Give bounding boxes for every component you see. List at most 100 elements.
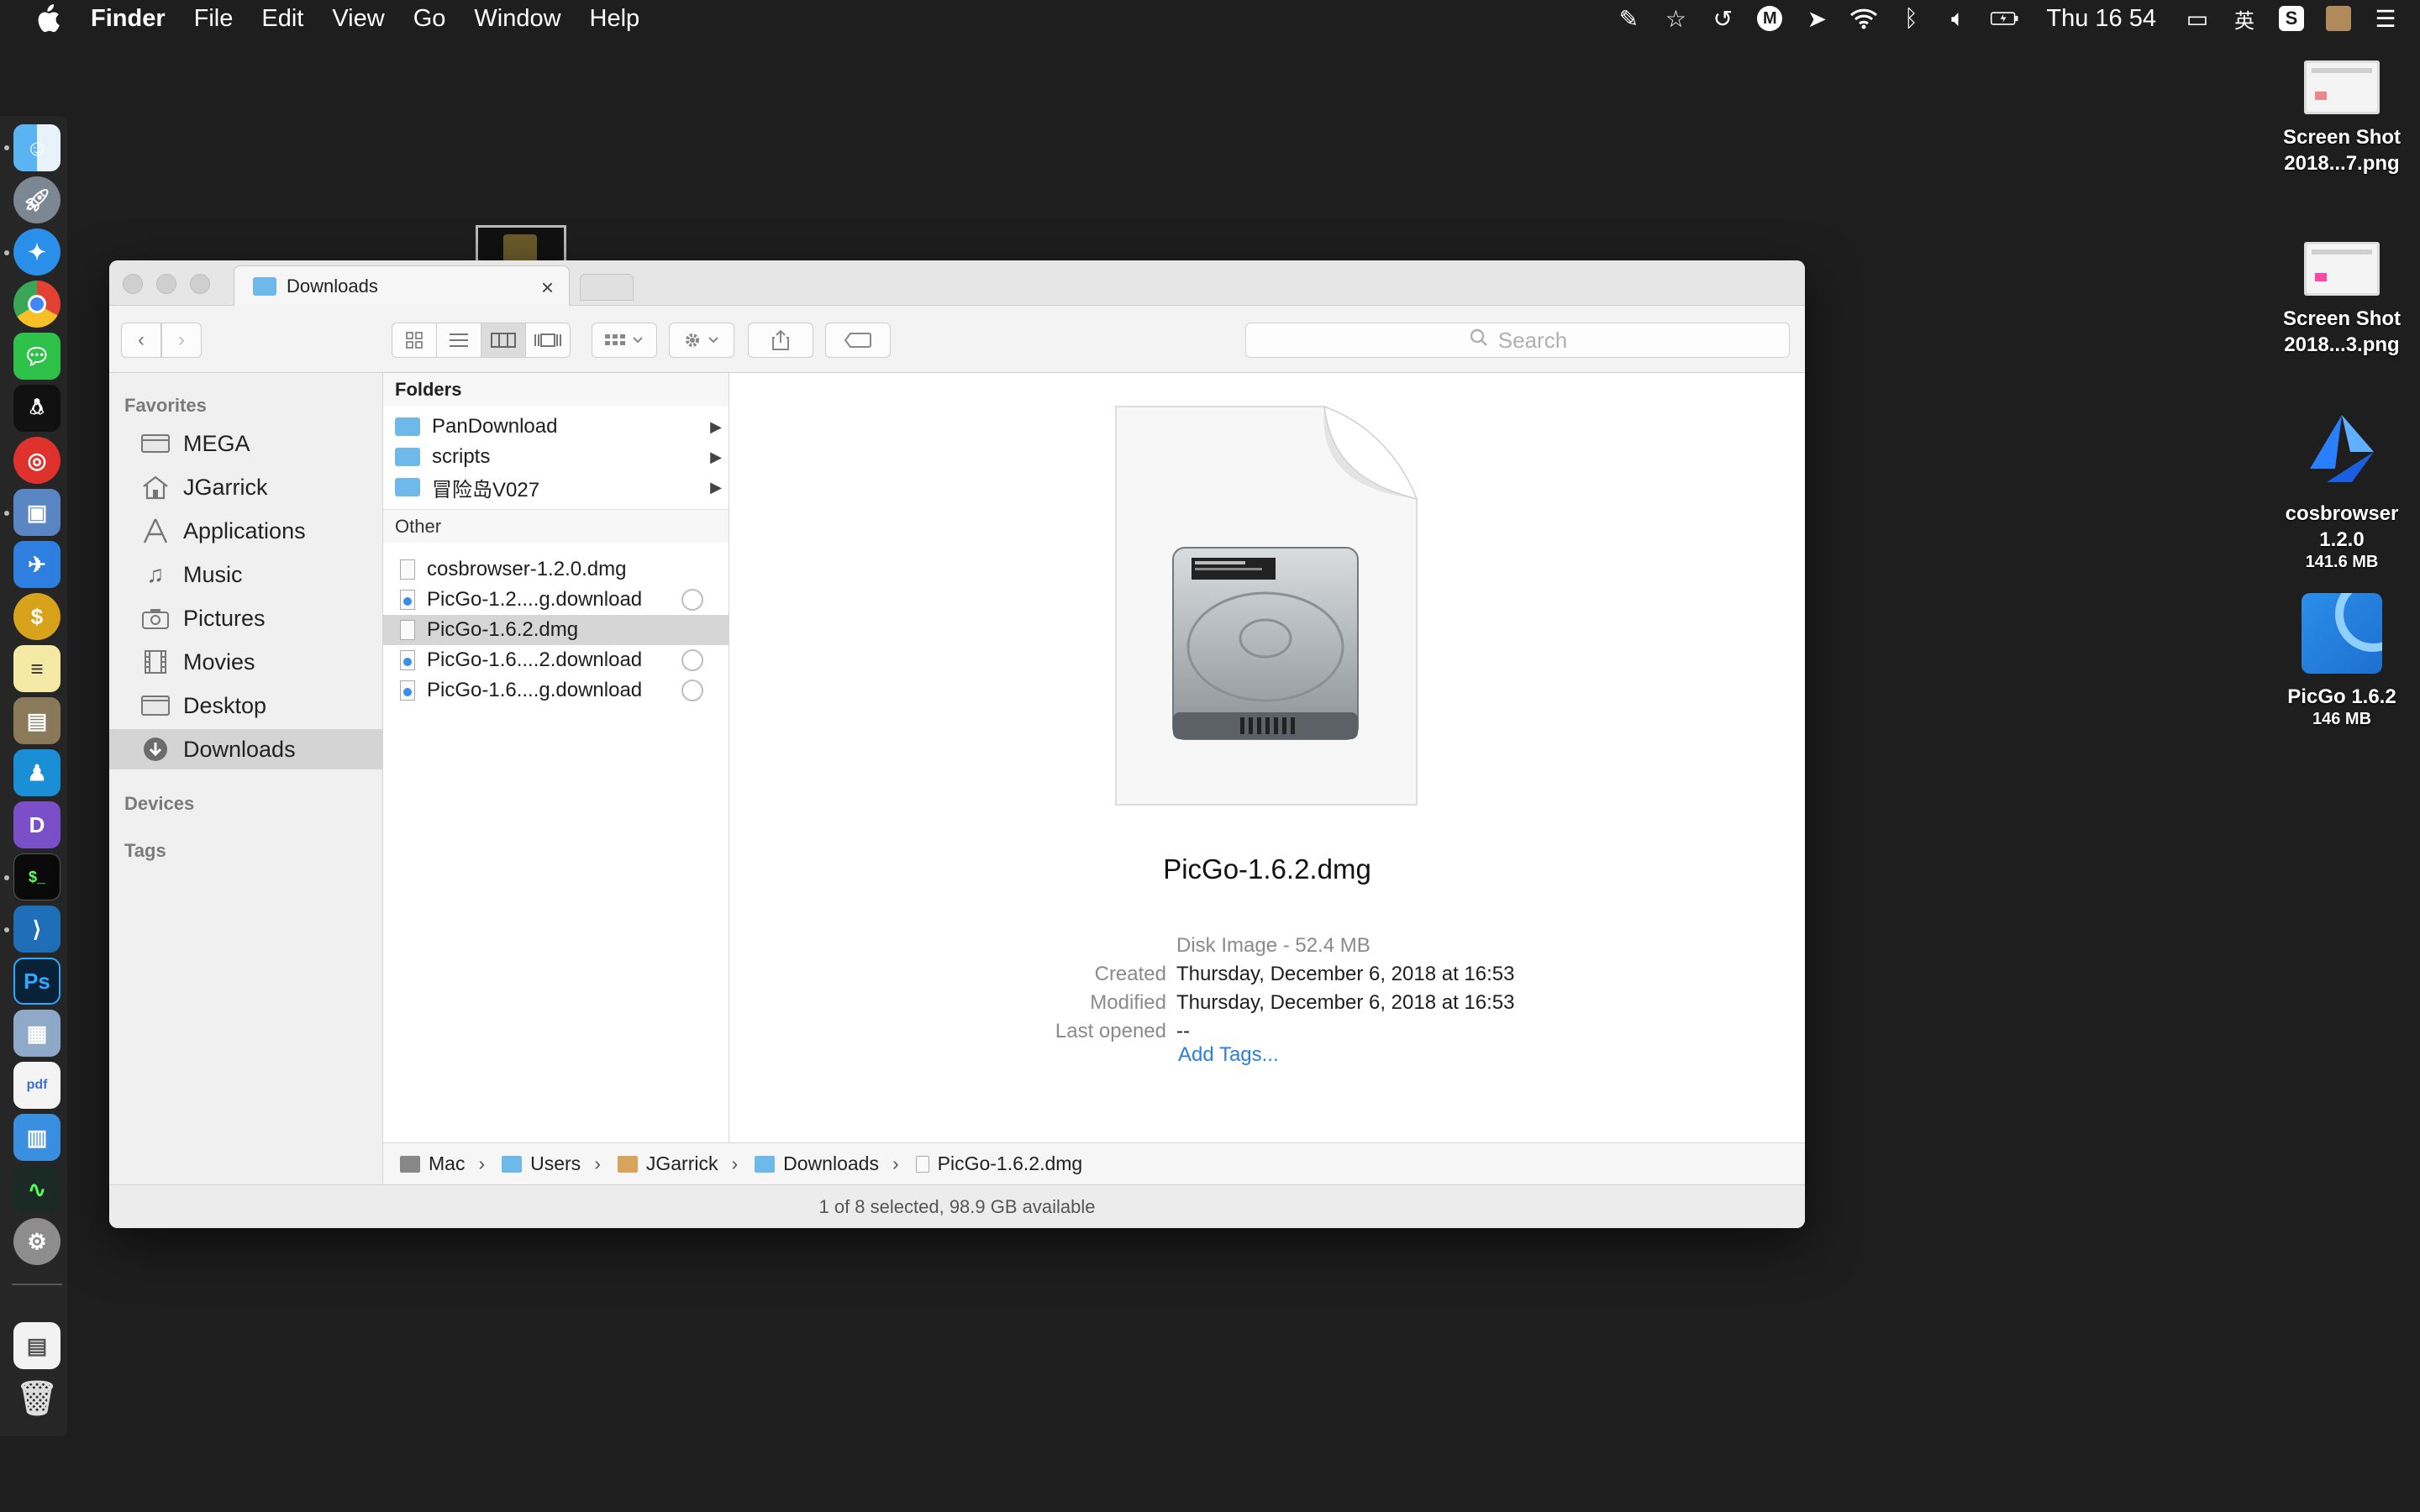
- folder-icon: [502, 1155, 523, 1173]
- file-row[interactable]: PicGo-1.2....g.download: [383, 585, 729, 615]
- chevron-right-icon: ›: [478, 1152, 486, 1174]
- forward-button[interactable]: ›: [161, 323, 202, 358]
- netease-music-icon[interactable]: ◎: [13, 437, 60, 484]
- path-segment-mac[interactable]: Mac: [400, 1152, 465, 1175]
- folder-row[interactable]: scripts ▶: [383, 442, 729, 472]
- sidebar-item-pictures[interactable]: Pictures: [109, 598, 383, 638]
- minimize-window-button[interactable]: [156, 274, 176, 294]
- tags-button[interactable]: [825, 323, 891, 358]
- file-row-selected[interactable]: PicGo-1.6.2.dmg: [383, 615, 729, 645]
- input-method-icon[interactable]: 英: [2230, 4, 2259, 33]
- sogou-icon[interactable]: S: [2277, 4, 2306, 33]
- sidebar-item-jgarrick[interactable]: JGarrick: [109, 467, 383, 507]
- time-machine-icon[interactable]: ↺: [1708, 4, 1737, 33]
- desktop-item-picgo[interactable]: PicGo 1.6.2 146 MB: [2262, 593, 2420, 729]
- disclosure-arrow-icon: ▶: [710, 448, 722, 465]
- dock: ☺ 🚀︎ ✦ 💬︎ 🐧︎ ◎ ▣ ✈︎ $ ≡ ▤ ♟︎ D $_ ⟩ Ps ▦…: [0, 116, 67, 1436]
- sidebar-item-movies[interactable]: Movies: [109, 642, 383, 682]
- group-by-button[interactable]: [592, 323, 657, 358]
- notes-icon[interactable]: ≡: [13, 645, 60, 692]
- sidebar-item-music[interactable]: ♫ Music: [109, 554, 383, 595]
- vscode-icon[interactable]: ⟩: [13, 906, 60, 953]
- chrome-icon[interactable]: [13, 281, 60, 328]
- dash-icon[interactable]: D: [13, 801, 60, 848]
- column-view-button[interactable]: [481, 323, 526, 358]
- path-segment-downloads[interactable]: Downloads: [755, 1152, 879, 1175]
- battery-icon[interactable]: [1991, 4, 2019, 33]
- list-view-button[interactable]: [436, 323, 481, 358]
- file-row[interactable]: PicGo-1.6....g.download: [383, 675, 729, 706]
- desktop-item-screenshot-1[interactable]: Screen Shot 2018...7.png: [2262, 60, 2420, 176]
- sidebar-item-desktop[interactable]: Desktop: [109, 685, 383, 726]
- safari-icon[interactable]: ✦: [13, 228, 60, 276]
- activity-monitor-icon[interactable]: ∿: [13, 1166, 60, 1213]
- file-row[interactable]: PicGo-1.6....2.download: [383, 645, 729, 675]
- new-tab-button[interactable]: [580, 274, 634, 301]
- archive-icon[interactable]: ▤: [13, 697, 60, 744]
- qq-icon[interactable]: 🐧︎: [13, 385, 60, 432]
- action-gear-button[interactable]: [669, 323, 734, 358]
- star-icon[interactable]: ☆: [1661, 4, 1690, 33]
- close-tab-icon[interactable]: ×: [541, 275, 554, 301]
- menu-finder[interactable]: Finder: [91, 5, 166, 33]
- menu-view[interactable]: View: [332, 5, 384, 33]
- preview-app-icon[interactable]: ▣: [13, 489, 60, 536]
- desktop-item-screenshot-2[interactable]: Screen Shot 2018...3.png: [2262, 242, 2420, 358]
- airplay-icon[interactable]: ▭: [2183, 4, 2212, 33]
- path-segment-users[interactable]: Users: [502, 1152, 581, 1175]
- bluetooth-icon[interactable]: ᛒ: [1897, 4, 1925, 33]
- finder-window: Downloads × ‹ › Search Favorites MEGA JG…: [109, 260, 1805, 1228]
- add-tags-link[interactable]: Add Tags...: [1178, 1043, 1279, 1067]
- apple-menu-icon[interactable]: [34, 4, 62, 33]
- sidebar-item-mega[interactable]: MEGA: [109, 423, 383, 464]
- folder-row[interactable]: 冒险岛V027 ▶: [383, 472, 729, 502]
- menu-file[interactable]: File: [194, 5, 234, 33]
- menu-clock[interactable]: Thu 16 54: [2046, 5, 2156, 33]
- money-app-icon[interactable]: $: [13, 593, 60, 640]
- tab-downloads[interactable]: Downloads ×: [234, 265, 570, 306]
- desktop-item-cosbrowser[interactable]: cosbrowser 1.2.0 141.6 MB: [2262, 410, 2420, 572]
- icon-view-button[interactable]: [392, 323, 437, 358]
- trash-icon[interactable]: 🗑︎: [13, 1374, 60, 1421]
- search-icon: [1468, 327, 1490, 354]
- photoshop-icon[interactable]: Ps: [13, 958, 60, 1005]
- folder-row[interactable]: PanDownload ▶: [383, 412, 729, 442]
- sidebar-item-applications[interactable]: Applications: [109, 511, 383, 551]
- user-avatar-icon[interactable]: [2324, 4, 2353, 33]
- send-icon[interactable]: ➤: [1802, 4, 1831, 33]
- pdf-icon[interactable]: pdf: [13, 1062, 60, 1109]
- system-preferences-icon[interactable]: ⚙︎: [13, 1218, 60, 1265]
- file-row[interactable]: cosbrowser-1.2.0.dmg: [383, 554, 729, 585]
- sidebar-header-devices[interactable]: Devices: [124, 793, 194, 815]
- downloads-stack-icon[interactable]: ▤: [13, 1322, 60, 1369]
- reading-app-icon[interactable]: ♟︎: [13, 749, 60, 796]
- launchpad-icon[interactable]: 🚀︎: [13, 176, 60, 223]
- terminal-icon[interactable]: $_: [13, 853, 60, 900]
- close-window-button[interactable]: [123, 274, 143, 294]
- zoom-window-button[interactable]: [190, 274, 210, 294]
- disk-image-preview-icon[interactable]: [1114, 405, 1418, 806]
- path-segment-jgarrick[interactable]: JGarrick: [617, 1152, 718, 1175]
- path-segment-file[interactable]: PicGo-1.6.2.dmg: [915, 1152, 1082, 1175]
- search-field[interactable]: Search: [1245, 323, 1790, 358]
- volume-icon[interactable]: 🔈︎: [1944, 4, 1972, 33]
- notification-center-icon[interactable]: ☰: [2371, 4, 2400, 33]
- finder-app-icon[interactable]: ☺: [13, 124, 60, 171]
- sidebar-header-tags[interactable]: Tags: [124, 840, 166, 862]
- menu-help[interactable]: Help: [590, 5, 640, 33]
- clip-tool-icon[interactable]: ✎: [1614, 4, 1643, 33]
- download-progress-icon: [681, 589, 703, 611]
- menu-window[interactable]: Window: [474, 5, 560, 33]
- wifi-icon[interactable]: [1849, 4, 1878, 33]
- share-button[interactable]: [748, 323, 813, 358]
- sidebar-item-downloads[interactable]: Downloads: [109, 729, 383, 769]
- testflight-icon[interactable]: ✈︎: [13, 541, 60, 588]
- wechat-icon[interactable]: 💬︎: [13, 333, 60, 380]
- remote-desktop-icon[interactable]: ▥: [13, 1114, 60, 1161]
- menu-go[interactable]: Go: [413, 5, 446, 33]
- mega-icon[interactable]: M: [1755, 4, 1784, 33]
- gallery-view-button[interactable]: [525, 323, 571, 358]
- menu-edit[interactable]: Edit: [261, 5, 303, 33]
- image-capture-icon[interactable]: ▦: [13, 1010, 60, 1057]
- back-button[interactable]: ‹: [121, 323, 161, 358]
